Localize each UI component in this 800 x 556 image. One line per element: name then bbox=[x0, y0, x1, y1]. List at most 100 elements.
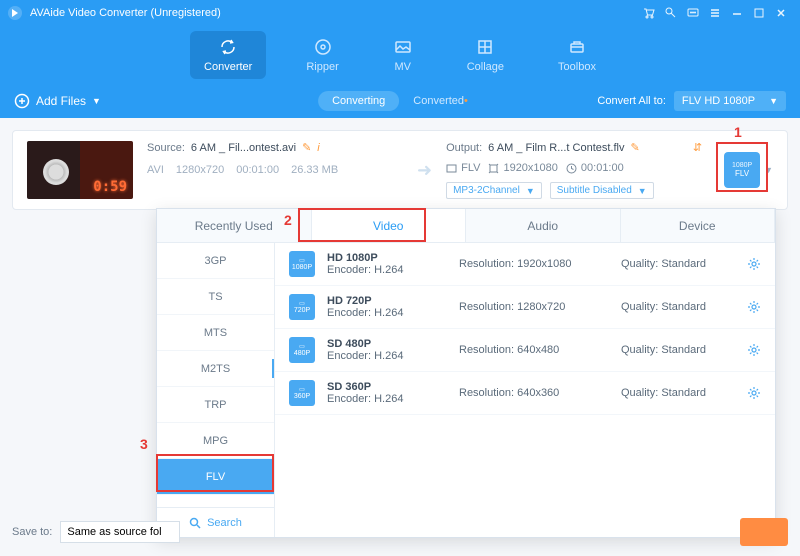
edit-name-icon[interactable]: ✎ bbox=[302, 141, 311, 154]
image-icon bbox=[393, 37, 413, 57]
format-label: FLV bbox=[735, 169, 749, 178]
refresh-icon bbox=[218, 37, 238, 57]
preset-row[interactable]: ▭1080P HD 1080PEncoder: H.264 Resolution: … bbox=[275, 243, 775, 286]
edit-output-icon[interactable]: ✎ bbox=[631, 141, 640, 154]
fmt-3gp[interactable]: 3GP bbox=[157, 243, 274, 279]
convert-all-value: FLV HD 1080P bbox=[682, 95, 755, 107]
ptab-audio[interactable]: Audio bbox=[466, 209, 621, 242]
preset-badge-icon: ▭720P bbox=[289, 294, 315, 320]
preset-quality: Quality: Standard bbox=[621, 344, 735, 356]
preset-name: HD 720PEncoder: H.264 bbox=[327, 295, 447, 319]
save-to-input[interactable] bbox=[60, 521, 180, 543]
tab-toolbox[interactable]: Toolbox bbox=[544, 31, 610, 79]
preset-quality: Quality: Standard bbox=[621, 387, 735, 399]
convert-all: Convert All to: FLV HD 1080P ▼ bbox=[597, 91, 786, 111]
output-info: Output: 6 AM _ Film R...t Contest.flv ✎ … bbox=[446, 141, 702, 199]
close-button[interactable] bbox=[770, 2, 792, 24]
arrow-right-icon: ➜ bbox=[417, 141, 432, 199]
menu-icon[interactable] bbox=[704, 2, 726, 24]
format-badge: 1080P bbox=[732, 162, 752, 169]
main-tabs: Converter Ripper MV Collage Toolbox bbox=[0, 26, 800, 84]
gear-icon[interactable] bbox=[747, 386, 761, 400]
titlebar: AVAide Video Converter (Unregistered) bbox=[0, 0, 800, 26]
cart-icon[interactable] bbox=[638, 2, 660, 24]
preset-resolution: Resolution: 1920x1080 bbox=[459, 258, 609, 270]
toolbar: Add Files ▼ Converting Converted• Conver… bbox=[0, 84, 800, 118]
pill-converted[interactable]: Converted• bbox=[399, 91, 482, 111]
grid-icon bbox=[475, 37, 495, 57]
annotation-number-1: 1 bbox=[734, 124, 742, 140]
file-row: Source: 6 AM _ Fil...ontest.avi ✎ i AVI … bbox=[12, 130, 788, 210]
convert-button[interactable] bbox=[740, 518, 788, 546]
preset-name: SD 360PEncoder: H.264 bbox=[327, 381, 447, 405]
tab-mv[interactable]: MV bbox=[379, 31, 427, 79]
add-files-button[interactable]: Add Files ▼ bbox=[14, 93, 101, 109]
fmt-trp[interactable]: TRP bbox=[157, 387, 274, 423]
key-icon[interactable] bbox=[660, 2, 682, 24]
compress-icon[interactable]: ⇵ bbox=[693, 141, 702, 154]
meta-resolution: 1280x720 bbox=[176, 164, 224, 176]
popup-tabs: Recently Used Video Audio Device bbox=[157, 209, 775, 243]
tab-ripper[interactable]: Ripper bbox=[292, 31, 352, 79]
popup-body: 3GP TS MTS M2TS TRP MPG FLV F4V Search ▭… bbox=[157, 243, 775, 537]
fmt-flv[interactable]: FLV bbox=[157, 459, 274, 495]
status-pills: Converting Converted• bbox=[318, 91, 482, 111]
tab-collage[interactable]: Collage bbox=[453, 31, 518, 79]
feedback-icon[interactable] bbox=[682, 2, 704, 24]
tab-label: MV bbox=[394, 61, 411, 73]
add-files-label: Add Files bbox=[36, 94, 86, 108]
save-to-label: Save to: bbox=[12, 526, 52, 538]
video-thumbnail[interactable] bbox=[27, 141, 133, 199]
fmt-m2ts[interactable]: M2TS bbox=[157, 351, 274, 387]
preset-resolution: Resolution: 1280x720 bbox=[459, 301, 609, 313]
convert-all-dropdown[interactable]: FLV HD 1080P ▼ bbox=[674, 91, 786, 111]
preset-resolution: Resolution: 640x360 bbox=[459, 387, 609, 399]
format-list[interactable]: 3GP TS MTS M2TS TRP MPG FLV F4V Search bbox=[157, 243, 275, 537]
tab-label: Ripper bbox=[306, 61, 338, 73]
out-dur-chip: 00:01:00 bbox=[566, 162, 624, 174]
format-popup: Recently Used Video Audio Device 3GP TS … bbox=[156, 208, 776, 538]
fmt-mpg[interactable]: MPG bbox=[157, 423, 274, 459]
maximize-button[interactable] bbox=[748, 2, 770, 24]
tab-converter[interactable]: Converter bbox=[190, 31, 266, 79]
ptab-video[interactable]: Video bbox=[312, 209, 467, 242]
annotation-number-3: 3 bbox=[140, 436, 148, 452]
output-label: Output: bbox=[446, 142, 482, 154]
convert-all-label: Convert All to: bbox=[597, 95, 665, 107]
preset-badge-icon: ▭360P bbox=[289, 380, 315, 406]
minimize-button[interactable] bbox=[726, 2, 748, 24]
chevron-down-icon[interactable]: ▼ bbox=[764, 165, 773, 175]
preset-name: HD 1080PEncoder: H.264 bbox=[327, 252, 447, 276]
meta-duration: 00:01:00 bbox=[236, 164, 279, 176]
chevron-down-icon: ▼ bbox=[769, 96, 778, 106]
content-area: Source: 6 AM _ Fil...ontest.avi ✎ i AVI … bbox=[0, 118, 800, 222]
preset-resolution: Resolution: 640x480 bbox=[459, 344, 609, 356]
audio-dropdown[interactable]: MP3-2Channel▼ bbox=[446, 182, 542, 199]
fmt-mts[interactable]: MTS bbox=[157, 315, 274, 351]
gear-icon[interactable] bbox=[747, 343, 761, 357]
preset-row[interactable]: ▭360P SD 360PEncoder: H.264 Resolution: 64… bbox=[275, 372, 775, 415]
pill-converting[interactable]: Converting bbox=[318, 91, 399, 111]
preset-row[interactable]: ▭720P HD 720PEncoder: H.264 Resolution: 12… bbox=[275, 286, 775, 329]
out-res-chip: 1920x1080 bbox=[488, 162, 557, 174]
format-selector-button[interactable]: 1080P FLV bbox=[724, 152, 760, 188]
preset-quality: Quality: Standard bbox=[621, 258, 735, 270]
source-info: Source: 6 AM _ Fil...ontest.avi ✎ i AVI … bbox=[147, 141, 403, 199]
tab-label: Converter bbox=[204, 61, 252, 73]
preset-quality: Quality: Standard bbox=[621, 301, 735, 313]
tab-label: Toolbox bbox=[558, 61, 596, 73]
gear-icon[interactable] bbox=[747, 300, 761, 314]
fmt-ts[interactable]: TS bbox=[157, 279, 274, 315]
preset-badge-icon: ▭1080P bbox=[289, 251, 315, 277]
subtitle-dropdown[interactable]: Subtitle Disabled▼ bbox=[550, 182, 654, 199]
disc-icon bbox=[313, 37, 333, 57]
preset-list[interactable]: ▭1080P HD 1080PEncoder: H.264 Resolution: … bbox=[275, 243, 775, 537]
source-filename: 6 AM _ Fil...ontest.avi bbox=[191, 142, 296, 154]
out-container-chip: FLV bbox=[446, 162, 480, 174]
output-filename: 6 AM _ Film R...t Contest.flv bbox=[488, 142, 624, 154]
chevron-down-icon: ▼ bbox=[92, 96, 101, 106]
ptab-device[interactable]: Device bbox=[621, 209, 776, 242]
info-icon[interactable]: i bbox=[317, 142, 319, 154]
preset-row[interactable]: ▭480PSD 480PEncoder: H.264Resolution: 64… bbox=[275, 329, 775, 372]
gear-icon[interactable] bbox=[747, 257, 761, 271]
